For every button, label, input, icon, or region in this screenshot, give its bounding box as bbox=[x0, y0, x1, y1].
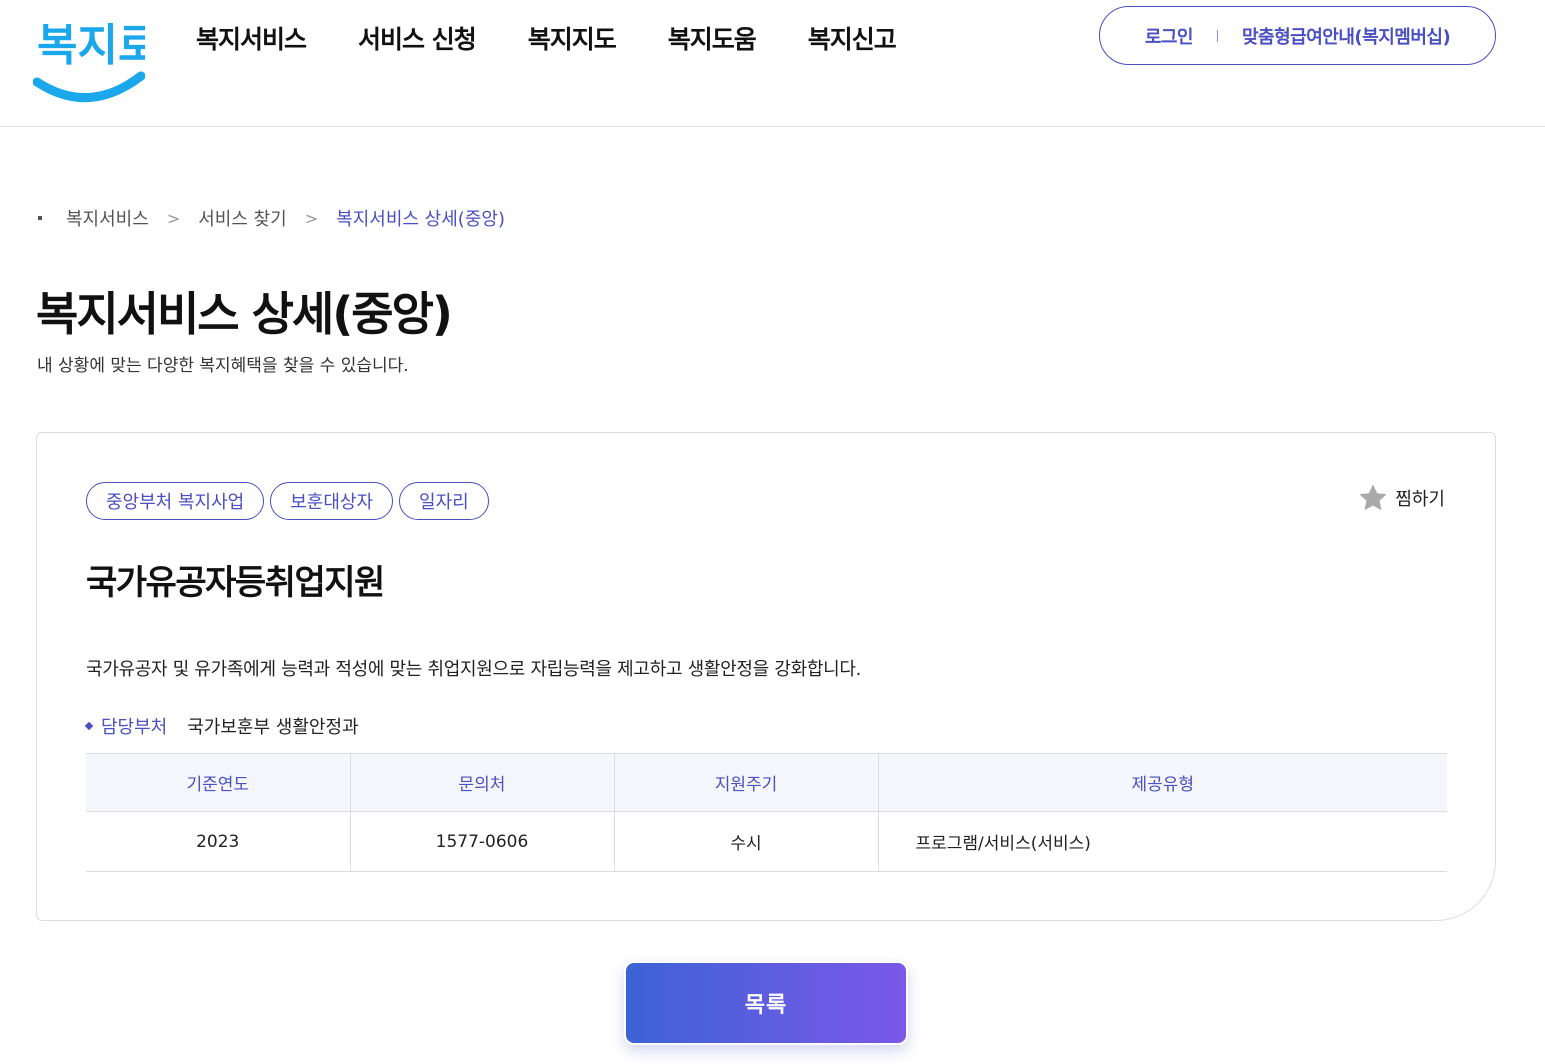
breadcrumb: 복지서비스 > 서비스 찾기 > 복지서비스 상세(중앙) bbox=[38, 205, 505, 231]
service-detail-card: 중앙부처 복지사업 보훈대상자 일자리 찜하기 국가유공자등취업지원 국가유공자… bbox=[36, 432, 1496, 921]
nav-service-apply[interactable]: 서비스 신청 bbox=[358, 20, 477, 56]
service-title: 국가유공자등취업지원 bbox=[86, 563, 385, 603]
breadcrumb-item-current: 복지서비스 상세(중앙) bbox=[336, 209, 505, 230]
util-menu: 로그인 맞춤형급여안내(복지멤버십) bbox=[1099, 6, 1496, 65]
breadcrumb-item-service-search[interactable]: 서비스 찾기 bbox=[198, 205, 287, 231]
page-title: 복지서비스 상세(중앙) bbox=[36, 287, 453, 341]
site-header: 복지로 복지서비스 서비스 신청 복지지도 복지도움 복지신고 로그인 맞춤형급… bbox=[0, 0, 1545, 127]
header-base-year: 기준연도 bbox=[86, 753, 351, 812]
star-icon bbox=[1359, 484, 1387, 511]
favorite-button[interactable]: 찜하기 bbox=[1357, 482, 1445, 514]
home-dot-icon bbox=[38, 216, 42, 220]
diamond-bullet-icon bbox=[84, 721, 94, 731]
nav-welfare-help[interactable]: 복지도움 bbox=[668, 20, 757, 56]
tag-jobs[interactable]: 일자리 bbox=[399, 482, 489, 520]
membership-link[interactable]: 맞춤형급여안내(복지멤버십) bbox=[1242, 23, 1451, 49]
table-row: 2023 1577-0606 수시 프로그램/서비스(서비스) bbox=[86, 811, 1447, 872]
table-header-row: 기준연도 문의처 지원주기 제공유형 bbox=[86, 753, 1447, 812]
cell-provision-type: 프로그램/서비스(서비스) bbox=[878, 811, 1447, 872]
cell-support-cycle: 수시 bbox=[614, 811, 879, 872]
nav-welfare-report[interactable]: 복지신고 bbox=[808, 20, 897, 56]
department-label: 담당부처 bbox=[101, 717, 168, 738]
tag-veterans[interactable]: 보훈대상자 bbox=[270, 482, 394, 520]
cell-base-year: 2023 bbox=[86, 811, 351, 872]
logo-text: 복지로 bbox=[37, 20, 145, 71]
nav-welfare-service[interactable]: 복지서비스 bbox=[196, 20, 307, 56]
nav-welfare-map[interactable]: 복지지도 bbox=[528, 20, 617, 56]
header-contact: 문의처 bbox=[350, 753, 615, 812]
favorite-label: 찜하기 bbox=[1395, 489, 1445, 510]
main-navigation: 복지서비스 서비스 신청 복지지도 복지도움 복지신고 bbox=[196, 20, 897, 56]
util-divider bbox=[1217, 29, 1218, 42]
service-info-table: 기준연도 문의처 지원주기 제공유형 2023 1577-0606 수시 프로그… bbox=[86, 753, 1447, 872]
chevron-right-icon: > bbox=[304, 208, 319, 228]
department-value: 국가보훈부 생활안정과 bbox=[187, 717, 359, 738]
service-tags: 중앙부처 복지사업 보훈대상자 일자리 bbox=[86, 482, 489, 520]
login-link[interactable]: 로그인 bbox=[1145, 23, 1194, 49]
breadcrumb-item-welfare-service[interactable]: 복지서비스 bbox=[66, 205, 149, 231]
page-description: 내 상황에 맞는 다양한 복지혜택을 찾을 수 있습니다. bbox=[37, 356, 409, 376]
cell-contact: 1577-0606 bbox=[350, 811, 615, 872]
department-info: 담당부처 국가보훈부 생활안정과 bbox=[84, 713, 359, 739]
header-provision-type: 제공유형 bbox=[878, 753, 1447, 812]
chevron-right-icon: > bbox=[166, 208, 181, 228]
tag-central-ministry[interactable]: 중앙부처 복지사업 bbox=[86, 482, 265, 520]
service-summary: 국가유공자 및 유가족에게 능력과 적성에 맞는 취업지원으로 자립능력을 제고… bbox=[86, 659, 862, 680]
bokjiro-logo[interactable]: 복지로 bbox=[33, 4, 145, 104]
list-button[interactable]: 목록 bbox=[624, 961, 908, 1045]
header-support-cycle: 지원주기 bbox=[614, 753, 879, 812]
